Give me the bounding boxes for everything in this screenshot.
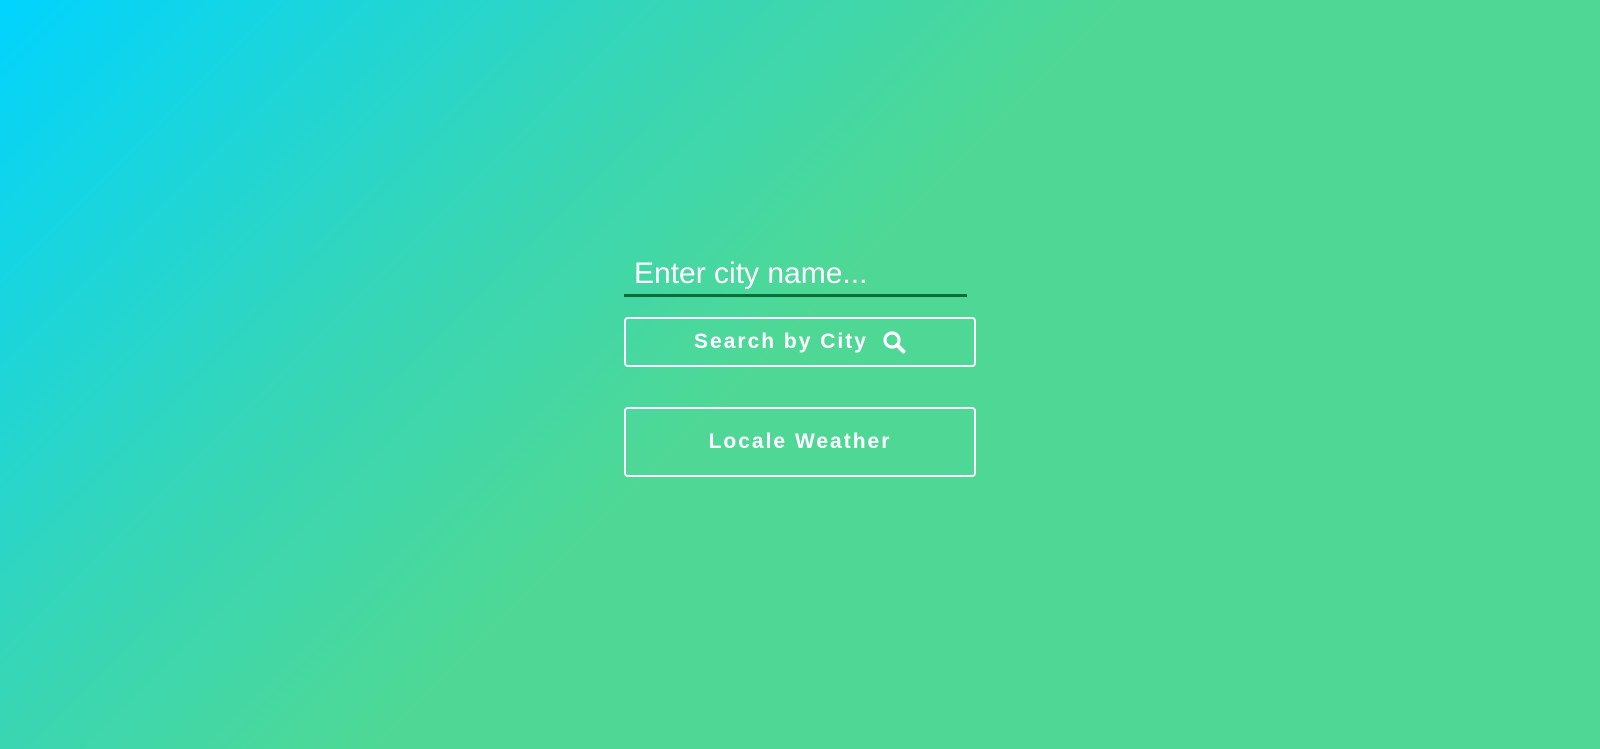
locale-weather-button[interactable]: Locale Weather: [624, 407, 976, 477]
search-panel: Search by City Locale Weather: [624, 248, 976, 477]
locale-weather-label: Locale Weather: [708, 430, 892, 453]
search-icon: [882, 330, 906, 354]
city-search-input[interactable]: [624, 248, 967, 297]
search-by-city-button[interactable]: Search by City: [624, 317, 976, 367]
search-by-city-label: Search by City: [694, 330, 868, 353]
